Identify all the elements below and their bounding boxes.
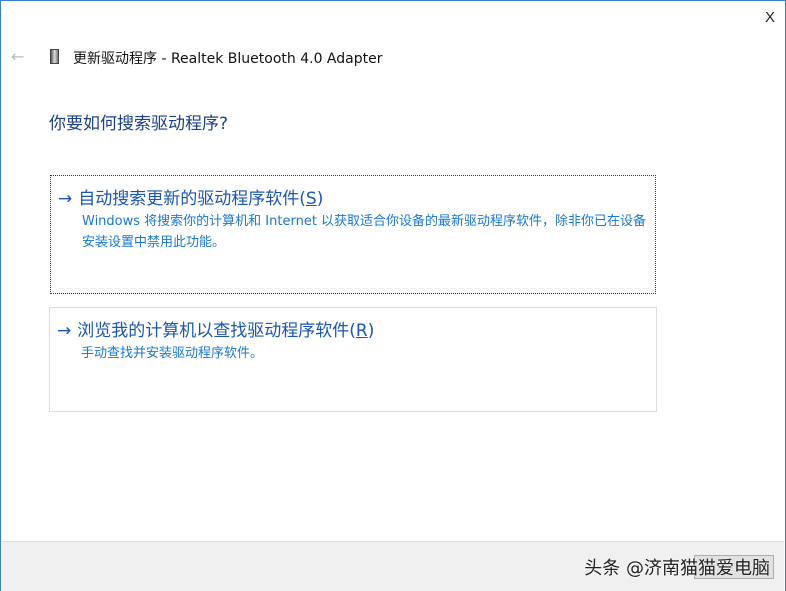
update-driver-window: X ← 更新驱动程序 - Realtek Bluetooth 4.0 Adapt… xyxy=(0,0,786,591)
option-label-close: ) xyxy=(367,321,375,341)
accelerator-key: R xyxy=(355,321,368,341)
footer: 头条 @济南猫猫爱电脑 xyxy=(2,541,784,591)
browse-computer-option[interactable]: → 浏览我的计算机以查找驱动程序软件(R) 手动查找并安装驱动程序软件。 xyxy=(49,307,657,412)
watermark: 头条 @济南猫猫爱电脑 xyxy=(584,558,770,579)
option-description: Windows 将搜索你的计算机和 Internet 以获取适合你设备的最新驱动… xyxy=(82,214,647,250)
option-label: 自动搜索更新的驱动程序软件( xyxy=(78,189,306,209)
option-label: 浏览我的计算机以查找驱动程序软件( xyxy=(77,321,356,341)
option-description: 手动查找并安装驱动程序软件。 xyxy=(81,346,264,361)
back-arrow-icon[interactable]: ← xyxy=(11,47,24,66)
auto-search-option[interactable]: → 自动搜索更新的驱动程序软件(S) Windows 将搜索你的计算机和 Inte… xyxy=(50,175,656,294)
arrow-right-icon: → xyxy=(57,321,72,341)
option-label-close: ) xyxy=(316,189,324,209)
device-icon xyxy=(50,49,59,64)
window-title: 更新驱动程序 - Realtek Bluetooth 4.0 Adapter xyxy=(73,51,383,67)
page-heading: 你要如何搜索驱动程序? xyxy=(49,114,229,134)
arrow-right-icon: → xyxy=(58,189,73,209)
close-button[interactable]: X xyxy=(765,9,775,26)
accelerator-key: S xyxy=(305,189,317,209)
